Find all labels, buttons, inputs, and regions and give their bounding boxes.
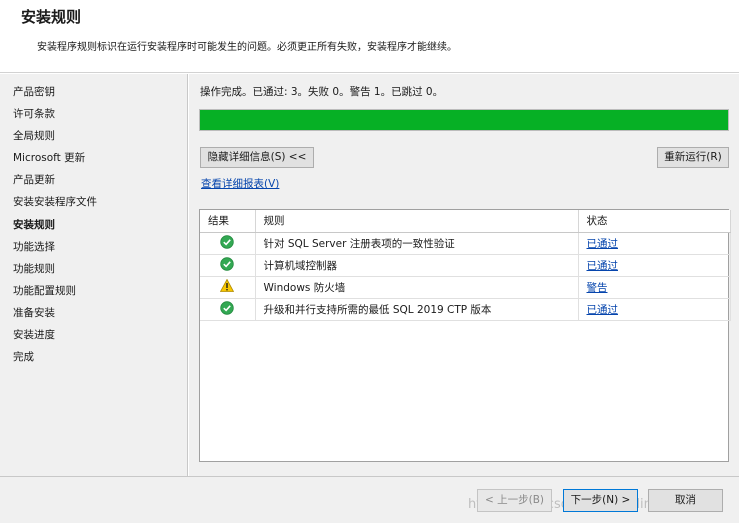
status-link[interactable]: 已通过 xyxy=(587,238,619,250)
rule-cell: 针对 SQL Server 注册表项的一致性验证 xyxy=(255,232,579,255)
status-link[interactable]: 警告 xyxy=(587,282,608,294)
sidebar-item: 准备安装 xyxy=(13,306,55,319)
column-header-rule[interactable]: 规则 xyxy=(255,210,579,233)
next-button[interactable]: 下一步(N) > xyxy=(563,489,638,512)
rule-cell: 计算机域控制器 xyxy=(255,254,579,277)
sidebar: 产品密钥许可条款全局规则 Microsoft 更新 产品更新安装安装程序文件 安装规则… xyxy=(0,74,188,476)
rules-grid: 结果 规则 状态 针对 SQL Server 注册表项的一致性验证 已通过 计算机域… xyxy=(199,209,731,462)
result-cell xyxy=(200,232,256,255)
sidebar-item: 安装进度 xyxy=(13,329,55,342)
sidebar-item: Microsoft 更新 xyxy=(13,152,86,165)
status-link[interactable]: 已通过 xyxy=(587,260,619,272)
rule-cell: Windows 防火墙 xyxy=(255,276,579,299)
view-detailed-report-link[interactable]: 查看详细报表(V) xyxy=(201,176,279,191)
hide-details-button[interactable]: 隐藏详细信息(S) << xyxy=(200,147,314,168)
cancel-button[interactable]: 取消 xyxy=(648,489,723,512)
status-cell: 警告 xyxy=(578,276,731,299)
result-cell xyxy=(200,254,256,277)
rule-cell: 升级和并行支持所需的最低 SQL 2019 CTP 版本 xyxy=(255,298,579,321)
rerun-button[interactable]: 重新运行(R) xyxy=(657,147,729,168)
back-button[interactable]: < 上一步(B) xyxy=(477,489,552,512)
table-row[interactable]: 针对 SQL Server 注册表项的一致性验证 已通过 xyxy=(200,232,731,255)
grid-header-row: 结果 规则 状态 xyxy=(200,210,731,233)
progress-bar-fill xyxy=(200,110,728,130)
sidebar-item: 功能选择 xyxy=(13,240,55,253)
sidebar-item: 完成 xyxy=(13,351,34,364)
page-description: 安装程序规则标识在运行安装程序时可能发生的问题。必须更正所有失败，安装程序才能继… xyxy=(37,42,457,53)
page-title: 安装规则 xyxy=(21,8,82,26)
column-header-result[interactable]: 结果 xyxy=(200,210,256,233)
sidebar-item: 许可条款 xyxy=(13,108,55,121)
main-panel: 操作完成。已通过: 3。失败 0。警告 1。已跳过 0。 隐藏详细信息(S) <… xyxy=(189,74,739,476)
sidebar-steps: 产品密钥许可条款全局规则 Microsoft 更新 产品更新安装安装程序文件 安装规则… xyxy=(13,85,97,372)
footer: https://blog.csdn.net/puddingpudding < 上… xyxy=(0,476,739,523)
table-row[interactable]: 升级和并行支持所需的最低 SQL 2019 CTP 版本 已通过 xyxy=(200,298,731,321)
success-icon xyxy=(220,256,234,274)
sidebar-item: 产品密钥 xyxy=(13,86,55,98)
table-row[interactable]: 计算机域控制器 已通过 xyxy=(200,254,731,277)
status-cell: 已通过 xyxy=(578,254,731,277)
sidebar-item: 安装安装程序文件 xyxy=(13,196,97,209)
status-cell: 已通过 xyxy=(578,298,731,321)
sidebar-item: 功能配置规则 xyxy=(13,284,76,297)
success-icon xyxy=(220,234,234,252)
operation-status-text: 操作完成。已通过: 3。失败 0。警告 1。已跳过 0。 xyxy=(200,86,444,98)
warning-icon xyxy=(220,278,235,295)
sidebar-item: 功能规则 xyxy=(13,262,55,275)
column-header-status[interactable]: 状态 xyxy=(578,210,731,233)
table-row[interactable]: Windows 防火墙 警告 xyxy=(200,276,731,299)
sidebar-item: 安装规则 xyxy=(13,218,55,231)
status-link[interactable]: 已通过 xyxy=(587,304,619,316)
sidebar-item: 产品更新 xyxy=(13,174,55,187)
success-icon xyxy=(220,300,234,318)
status-cell: 已通过 xyxy=(578,232,731,255)
result-cell xyxy=(200,298,256,321)
progress-bar xyxy=(199,109,729,131)
sidebar-item: 全局规则 xyxy=(13,130,55,143)
header: 安装规则 安装程序规则标识在运行安装程序时可能发生的问题。必须更正所有失败，安装… xyxy=(0,0,739,73)
result-cell xyxy=(200,276,256,299)
